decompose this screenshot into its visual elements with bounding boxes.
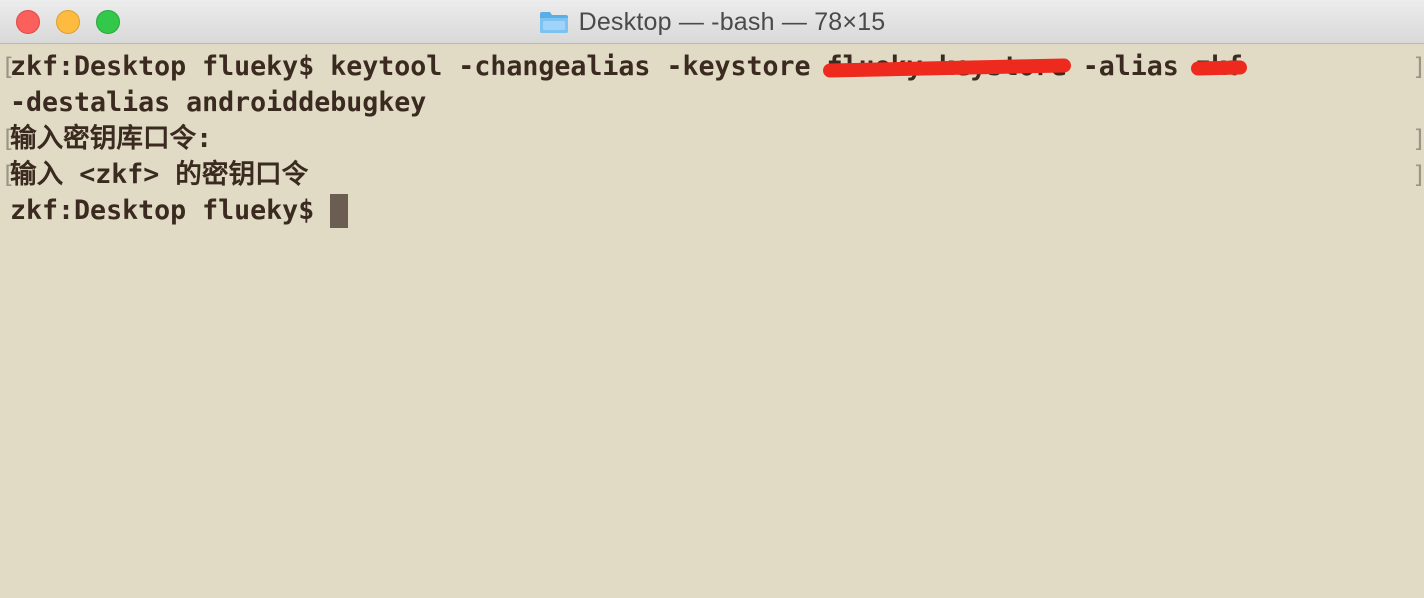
redaction-mark [1190,60,1248,76]
terminal-line-keystore-password-prompt: 输入密钥库口令: [10,123,213,154]
title-bar[interactable]: Desktop — -bash — 78×15 [0,0,1424,44]
terminal-line-continuation: -destalias androiddebugkey [10,87,427,118]
terminal-window: Desktop — -bash — 78×15 [ zkf:Desktop fl… [0,0,1424,598]
window-title-group: Desktop — -bash — 78×15 [0,0,1424,44]
text-cursor [330,194,349,228]
shell-prompt: zkf:Desktop flueky$ [10,51,331,82]
terminal-content[interactable]: [ zkf:Desktop flueky$ keytool -changeali… [0,44,1424,598]
terminal-line-key-password-prompt: 输入 <zkf> 的密钥口令 [10,159,309,190]
terminal-line-prompt: zkf:Desktop flueky$ [10,193,349,229]
redacted-alias: zkf [1190,49,1248,85]
line-mark-right: ] [1412,49,1424,85]
folder-icon [539,10,569,34]
line-mark-right: ] [1412,157,1424,193]
line-mark-right: ] [1412,121,1424,157]
window-title: Desktop — -bash — 78×15 [578,7,886,36]
alias-flag: -alias [1066,51,1195,82]
terminal-line-command: zkf:Desktop flueky$ keytool -changealias… [10,49,1248,85]
redacted-keystore: flueky.keystore [822,49,1071,85]
command-text: keytool -changealias -keystore [330,51,827,82]
shell-prompt: zkf:Desktop flueky$ [10,195,331,226]
